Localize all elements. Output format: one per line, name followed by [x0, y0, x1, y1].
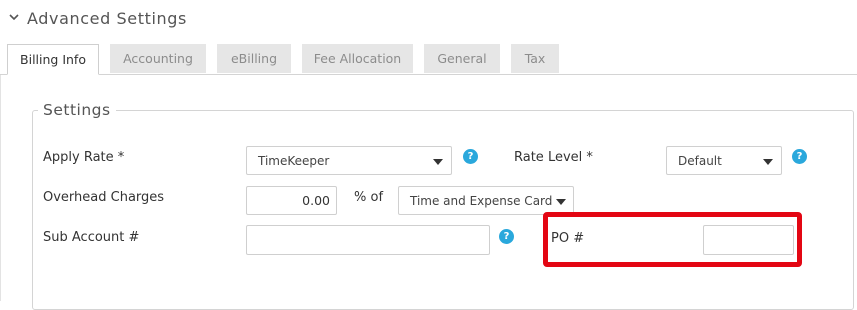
apply-rate-select[interactable]: TimeKeeper: [246, 146, 452, 175]
apply-rate-label: Apply Rate *: [43, 150, 125, 165]
po-number-input[interactable]: [703, 225, 794, 255]
tab-label: Accounting: [123, 51, 193, 66]
tab-tax[interactable]: Tax: [511, 44, 559, 73]
sub-account-label: Sub Account #: [43, 230, 140, 245]
apply-rate-help-icon[interactable]: ?: [463, 149, 478, 164]
overhead-basis-select[interactable]: Time and Expense Card: [398, 186, 574, 215]
rate-level-label: Rate Level *: [514, 150, 593, 165]
tab-accounting[interactable]: Accounting: [110, 44, 206, 73]
percent-of-label: % of: [354, 190, 384, 205]
panel-border: [0, 75, 1, 301]
apply-rate-value: TimeKeeper: [258, 153, 330, 168]
overhead-charges-label: Overhead Charges: [43, 190, 165, 205]
tab-label: eBilling: [230, 51, 277, 66]
sub-account-help-icon[interactable]: ?: [499, 229, 514, 244]
rate-level-value: Default: [678, 153, 722, 168]
chevron-down-icon[interactable]: [7, 10, 21, 24]
caret-down-icon: [763, 159, 773, 165]
overhead-basis-value: Time and Expense Card: [410, 193, 553, 208]
tab-fee-allocation[interactable]: Fee Allocation: [302, 44, 413, 73]
settings-legend: Settings: [38, 101, 116, 119]
overhead-charges-input[interactable]: [246, 186, 337, 215]
tab-label: Tax: [524, 51, 546, 66]
tab-label: Fee Allocation: [313, 51, 402, 66]
tab-general[interactable]: General: [424, 44, 500, 73]
tab-label: Billing Info: [20, 52, 86, 67]
caret-down-icon: [433, 159, 443, 165]
tab-divider: [0, 74, 857, 75]
caret-down-icon: [556, 199, 566, 205]
tab-label: General: [437, 51, 487, 66]
rate-level-select[interactable]: Default: [666, 146, 782, 175]
section-title[interactable]: Advanced Settings: [27, 9, 187, 28]
sub-account-input[interactable]: [246, 225, 490, 255]
tab-ebilling[interactable]: eBilling: [217, 44, 291, 73]
tab-billing-info[interactable]: Billing Info: [7, 44, 99, 75]
rate-level-help-icon[interactable]: ?: [792, 149, 807, 164]
po-number-label: PO #: [551, 231, 585, 246]
